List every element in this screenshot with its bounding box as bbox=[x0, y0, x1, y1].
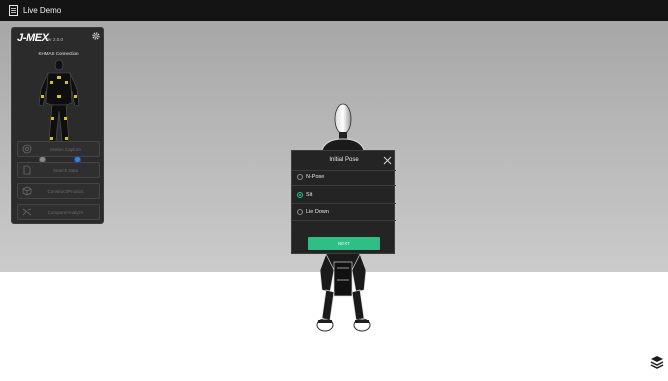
connection-label: KHMAS Connection bbox=[38, 51, 79, 56]
compare-analyze-button[interactable]: Compare/Analyze bbox=[17, 204, 100, 220]
compare-icon bbox=[22, 208, 32, 216]
radio-lie-down[interactable] bbox=[297, 209, 303, 215]
initial-pose-dialog: Initial Pose N-Pose Sit Lie Down NEXT bbox=[291, 150, 396, 254]
layers-icon[interactable] bbox=[650, 355, 664, 369]
construct-product-button[interactable]: Construct/Product bbox=[17, 183, 100, 199]
menu-label: Motion Capture bbox=[50, 146, 81, 152]
brand-logo: J-MEX bbox=[17, 32, 49, 44]
option-label: Lie Down bbox=[306, 209, 329, 215]
device-panel: J-MEX Ver 2.0.0 KHMAS Connection Motion … bbox=[11, 27, 104, 224]
target-icon bbox=[22, 144, 32, 154]
menu-label: Compare/Analyze bbox=[47, 209, 84, 215]
gear-icon[interactable] bbox=[91, 31, 101, 41]
divider bbox=[292, 185, 396, 186]
option-n-pose[interactable]: N-Pose bbox=[297, 171, 391, 183]
close-icon[interactable] bbox=[383, 156, 392, 165]
motion-capture-button[interactable]: Motion Capture bbox=[17, 141, 100, 157]
option-label: Sit bbox=[306, 192, 313, 198]
search-data-button[interactable]: Search Data bbox=[17, 162, 100, 178]
file-icon bbox=[23, 165, 31, 175]
cube-icon bbox=[22, 186, 32, 196]
menu-label: Search Data bbox=[52, 167, 78, 173]
option-label: N-Pose bbox=[306, 174, 325, 180]
divider bbox=[292, 220, 396, 221]
menu-label: Construct/Product bbox=[47, 188, 84, 194]
radio-sit-selected[interactable] bbox=[297, 192, 303, 198]
option-sit[interactable]: Sit bbox=[297, 189, 391, 201]
dialog-title: Initial Pose bbox=[329, 157, 359, 163]
option-lie-down[interactable]: Lie Down bbox=[297, 206, 391, 218]
version-label: Ver 2.0.0 bbox=[45, 37, 64, 42]
divider bbox=[292, 203, 396, 204]
next-button[interactable]: NEXT bbox=[308, 237, 380, 250]
radio-n-pose[interactable] bbox=[297, 174, 303, 180]
